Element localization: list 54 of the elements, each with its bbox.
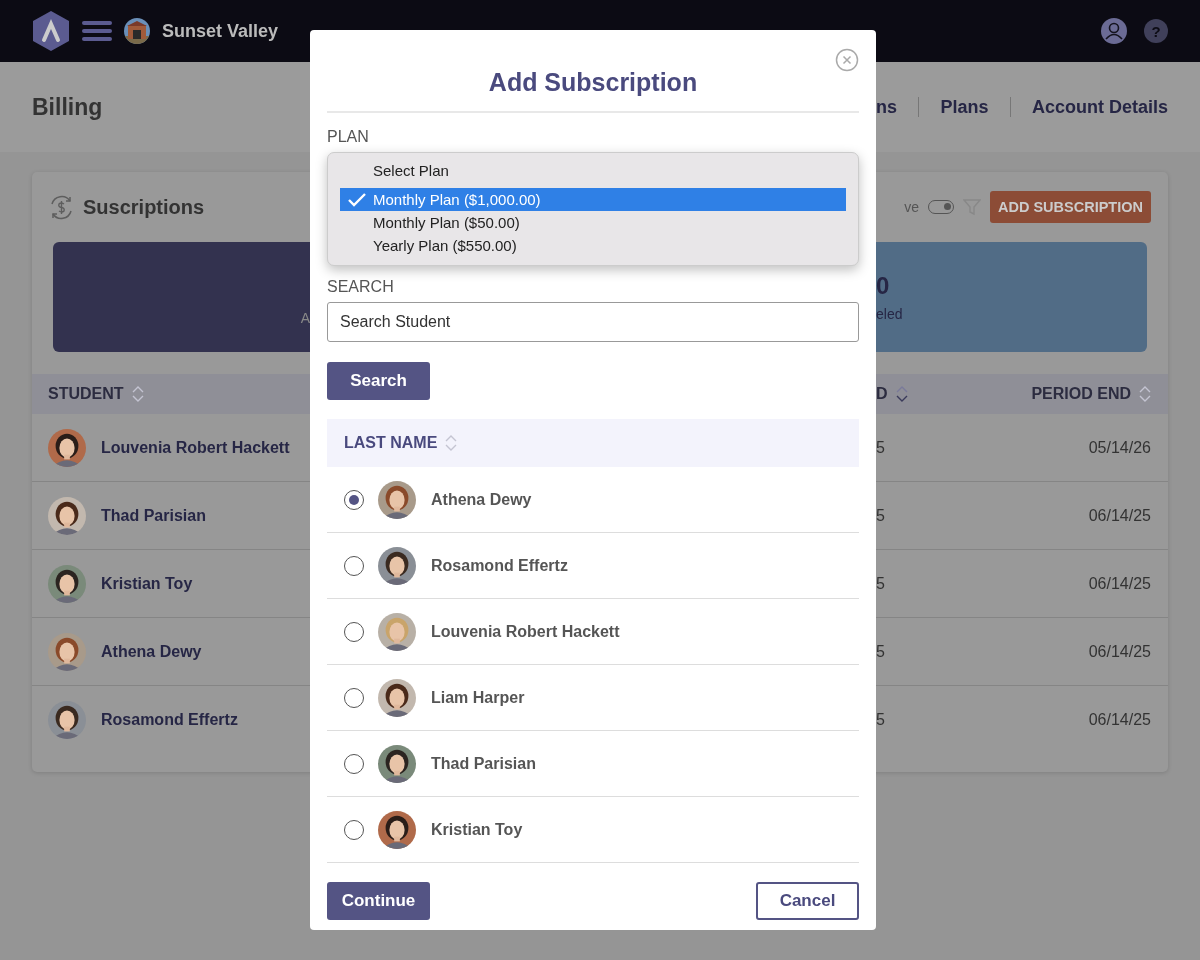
plan-option[interactable]: Monthly Plan ($1,000.00): [340, 188, 846, 211]
table-cell: 5: [876, 506, 885, 525]
user-icon[interactable]: [1100, 17, 1128, 45]
student-name: Thad Parisian: [431, 754, 536, 773]
search-field[interactable]: Search Student: [327, 302, 859, 342]
column-header[interactable]: LAST NAME: [344, 434, 438, 452]
student-name: Louvenia Robert Hackett: [431, 622, 620, 641]
table-cell: 5: [876, 438, 885, 457]
student-name: Rosamond Effertz: [431, 556, 568, 575]
table-cell: 06/14/25: [1088, 710, 1151, 729]
column-header[interactable]: STUDENT: [48, 385, 124, 403]
dialog-title: Add Subscription: [327, 68, 859, 113]
student-name: Kristian Toy: [431, 820, 523, 839]
org-name: Sunset Valley: [162, 20, 279, 42]
student-name: Athena Dewy: [431, 490, 532, 509]
table-cell: 06/14/25: [1088, 642, 1151, 661]
plan-option[interactable]: Select Plan: [340, 159, 846, 182]
card-title: Suscriptions: [83, 195, 205, 219]
menu-icon[interactable]: [82, 20, 112, 42]
column-header[interactable]: D: [876, 385, 888, 403]
table-cell: 06/14/25: [1088, 506, 1151, 525]
student-name[interactable]: Athena Dewy: [101, 642, 202, 661]
table-cell: 06/14/25: [1088, 574, 1151, 593]
check-icon: [348, 193, 366, 207]
close-icon[interactable]: [835, 48, 859, 72]
nav-tab[interactable]: Plans: [940, 96, 989, 118]
student-name[interactable]: Rosamond Effertz: [101, 710, 238, 729]
student-name[interactable]: Thad Parisian: [101, 506, 206, 525]
stat-label: eled: [876, 306, 904, 322]
table-cell: 05/14/26: [1088, 438, 1151, 457]
stat-label: A: [300, 310, 310, 326]
table-cell: 5: [876, 642, 885, 661]
plan-option[interactable]: Monthly Plan ($50.00): [340, 211, 846, 234]
continue-button[interactable]: Continue: [327, 882, 430, 920]
stat-value: 0: [876, 272, 891, 300]
student-name: Liam Harper: [431, 688, 525, 707]
nav-tab[interactable]: Account Details: [1031, 96, 1168, 118]
plan-option[interactable]: Yearly Plan ($550.00): [340, 234, 846, 257]
page-title: Billing: [32, 93, 103, 120]
table-cell: 5: [876, 574, 885, 593]
field-label: SEARCH: [327, 278, 395, 296]
nav-tab[interactable]: ns: [876, 96, 897, 118]
student-name[interactable]: Louvenia Robert Hackett: [101, 438, 290, 457]
add-subscription-button[interactable]: ADD SUBSCRIPTION: [990, 191, 1151, 223]
sort-icon[interactable]: [895, 384, 908, 404]
table-cell: 5: [876, 710, 885, 729]
search-button[interactable]: Search: [327, 362, 430, 400]
column-header[interactable]: PERIOD END: [1031, 385, 1131, 403]
cancel-button[interactable]: Cancel: [756, 882, 859, 920]
logo-icon[interactable]: [32, 10, 70, 52]
student-name[interactable]: Kristian Toy: [101, 574, 193, 593]
field-label: PLAN: [327, 128, 370, 146]
dollar-cycle-icon: [48, 193, 75, 221]
filter-label: ve: [904, 199, 919, 215]
